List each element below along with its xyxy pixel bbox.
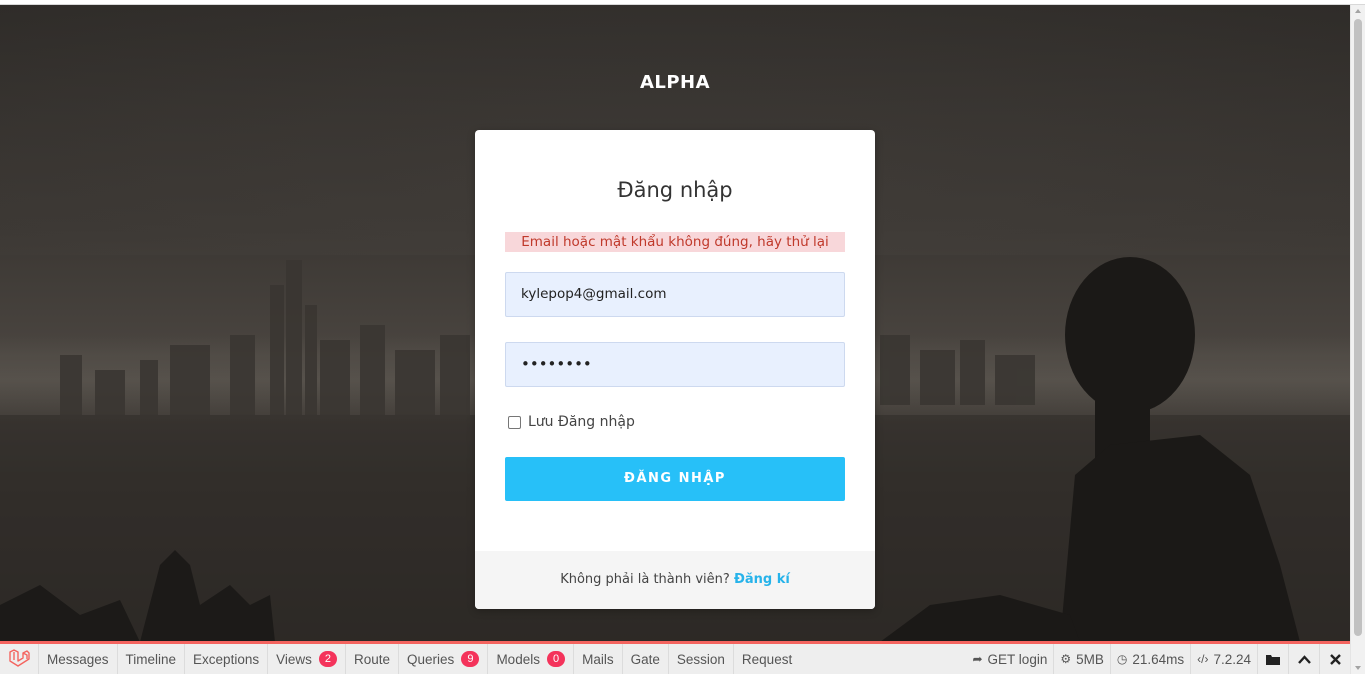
tab-messages[interactable]: Messages xyxy=(39,644,118,674)
brand-logo-text: ALPHA xyxy=(639,72,711,93)
request-time[interactable]: ◷ 21.64ms xyxy=(1109,644,1190,674)
register-link[interactable]: Đăng kí xyxy=(734,572,790,587)
debugbar-status: ➦ GET login ⚙ 5MB ◷ 21.64ms ‹/› 7.2.24 xyxy=(966,644,1350,674)
laravel-debugbar: Messages Timeline Exceptions Views 2 Rout… xyxy=(0,641,1350,674)
tab-views[interactable]: Views 2 xyxy=(268,644,346,674)
tab-models[interactable]: Models 0 xyxy=(488,644,575,674)
tab-mails[interactable]: Mails xyxy=(574,644,623,674)
memory-usage[interactable]: ⚙ 5MB xyxy=(1053,644,1110,674)
debugbar-tabs: Messages Timeline Exceptions Views 2 Rout… xyxy=(39,644,800,674)
login-card: Đăng nhập Email hoặc mật khẩu không đúng… xyxy=(475,130,875,609)
scroll-up-icon[interactable] xyxy=(1355,9,1361,13)
login-title: Đăng nhập xyxy=(617,178,733,202)
page-scrollbar[interactable] xyxy=(1350,5,1365,674)
tab-gate[interactable]: Gate xyxy=(623,644,669,674)
tab-queries[interactable]: Queries 9 xyxy=(399,644,489,674)
clock-icon: ◷ xyxy=(1116,652,1128,666)
code-icon: ‹/› xyxy=(1197,652,1209,666)
laravel-logo-icon[interactable] xyxy=(0,644,39,674)
tab-route[interactable]: Route xyxy=(346,644,400,674)
not-member-text: Không phải là thành viên? xyxy=(560,572,730,587)
login-button[interactable]: ĐĂNG NHẬP xyxy=(505,457,845,501)
error-alert: Email hoặc mật khẩu không đúng, hãy thử … xyxy=(505,232,845,252)
remember-label[interactable]: Lưu Đăng nhập xyxy=(528,414,635,430)
tab-exceptions[interactable]: Exceptions xyxy=(185,644,269,674)
php-version[interactable]: ‹/› 7.2.24 xyxy=(1190,644,1257,674)
models-count-badge: 0 xyxy=(546,651,566,667)
remember-checkbox[interactable] xyxy=(508,415,521,429)
tab-session[interactable]: Session xyxy=(669,644,734,674)
remember-me[interactable]: Lưu Đăng nhập xyxy=(508,412,635,432)
request-route[interactable]: ➦ GET login xyxy=(966,644,1053,674)
scroll-down-icon[interactable] xyxy=(1355,666,1361,670)
password-field[interactable]: •••••••• xyxy=(505,342,845,387)
close-icon[interactable] xyxy=(1319,644,1350,674)
tab-timeline[interactable]: Timeline xyxy=(118,644,186,674)
tab-request[interactable]: Request xyxy=(734,644,800,674)
email-field[interactable]: kylepop4@gmail.com xyxy=(505,272,845,317)
scrollbar-thumb[interactable] xyxy=(1354,19,1362,636)
open-folder-icon[interactable] xyxy=(1257,644,1288,674)
card-footer: Không phải là thành viên? Đăng kí xyxy=(475,551,875,609)
chevron-up-icon[interactable] xyxy=(1288,644,1319,674)
views-count-badge: 2 xyxy=(318,651,337,667)
share-arrow-icon: ➦ xyxy=(972,652,983,666)
cogs-icon: ⚙ xyxy=(1060,652,1072,666)
queries-count-badge: 9 xyxy=(461,651,480,667)
